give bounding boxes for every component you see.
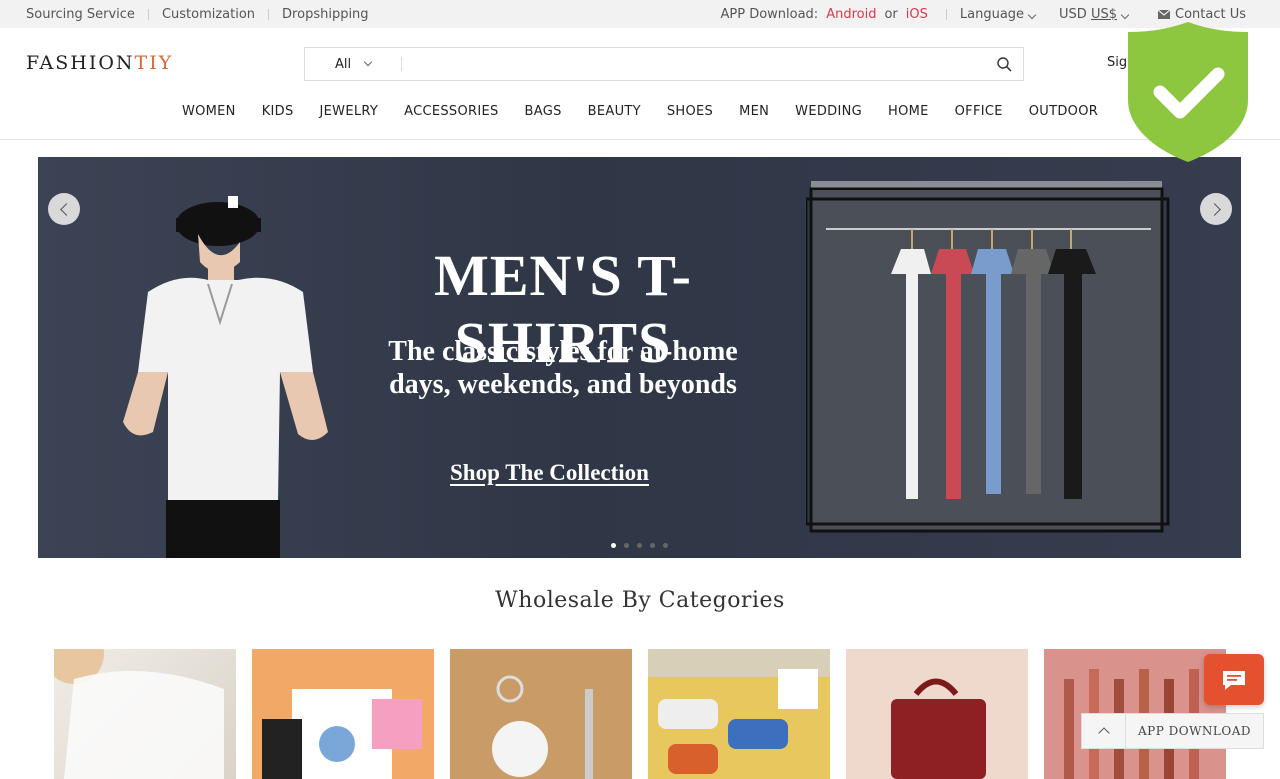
security-shield-icon <box>1128 22 1248 162</box>
chevron-down-icon <box>363 57 373 67</box>
handbag-photo <box>891 678 986 779</box>
chevron-down-icon <box>1027 10 1037 19</box>
nav-women[interactable]: WOMEN <box>182 104 236 119</box>
sign-in-link[interactable]: Sig <box>1107 55 1127 70</box>
chevron-down-icon <box>1120 10 1130 19</box>
search-input[interactable] <box>402 48 985 80</box>
category-tile-socks[interactable] <box>648 649 830 779</box>
hero-prev-button[interactable] <box>48 193 80 225</box>
header: FASHIONTIY All Sig WOMEN KIDS JEWELRY AC… <box>0 28 1280 140</box>
chevron-right-icon <box>1207 202 1221 216</box>
pagination-dot[interactable] <box>624 543 629 548</box>
lace-top-photo <box>54 649 224 779</box>
logo-accent-text: TIY <box>134 52 174 74</box>
ios-link[interactable]: iOS <box>906 7 928 22</box>
nav-office[interactable]: OFFICE <box>955 104 1003 119</box>
back-to-top-button[interactable] <box>1082 714 1126 748</box>
hero-subtitle: The classic styles for at-home days, wee… <box>348 335 778 401</box>
category-tile-kids[interactable] <box>252 649 434 779</box>
app-download-bar: APP DOWNLOAD <box>1081 713 1264 749</box>
nav-outdoor[interactable]: OUTDOOR <box>1029 104 1098 119</box>
hero-pagination <box>611 543 676 548</box>
currency-selector[interactable]: USD US$ <box>1059 6 1130 22</box>
shop-collection-link[interactable]: Shop The Collection <box>450 460 649 486</box>
mail-icon <box>1158 9 1170 19</box>
nav-kids[interactable]: KIDS <box>262 104 294 119</box>
live-chat-button[interactable] <box>1204 654 1264 705</box>
divider <box>945 8 947 20</box>
currency-value: US$ <box>1090 6 1117 22</box>
pagination-dot[interactable] <box>611 543 616 548</box>
nav-beauty[interactable]: BEAUTY <box>588 104 641 119</box>
currency-prefix: USD <box>1059 6 1087 22</box>
nav-wedding[interactable]: WEDDING <box>795 104 862 119</box>
top-bar-left: Sourcing Service Customization Dropshipp… <box>26 7 369 22</box>
customization-link[interactable]: Customization <box>162 7 255 22</box>
kids-shirt-photo <box>262 689 422 779</box>
hero-banner[interactable]: MEN'S T-SHIRTS The classic styles for at… <box>38 157 1241 558</box>
hero-subtitle-line-1: The classic styles for at-home <box>388 336 738 367</box>
category-tiles <box>54 649 1242 779</box>
categories-heading: Wholesale By Categories <box>495 588 785 613</box>
nav-men[interactable]: MEN <box>739 104 769 119</box>
model-photo <box>123 196 328 558</box>
or-text: or <box>884 6 898 22</box>
category-tile-women[interactable] <box>54 649 236 779</box>
logo[interactable]: FASHIONTIY <box>26 52 173 74</box>
app-download-button[interactable]: APP DOWNLOAD <box>1126 724 1263 738</box>
chevron-up-icon <box>1097 727 1110 739</box>
search-icon <box>996 56 1012 72</box>
nav-accessories[interactable]: ACCESSORIES <box>404 104 498 119</box>
pagination-dot[interactable] <box>650 543 655 548</box>
category-tile-jewelry[interactable] <box>450 649 632 779</box>
socks-photo <box>648 649 830 774</box>
search-scope-select[interactable]: All <box>305 56 402 72</box>
search-button[interactable] <box>985 48 1023 80</box>
chat-icon <box>1223 670 1245 690</box>
nav-bags[interactable]: BAGS <box>525 104 562 119</box>
divider <box>147 8 149 20</box>
search-scope-label: All <box>334 56 352 72</box>
language-selector[interactable]: Language <box>959 6 1037 22</box>
nav-jewelry[interactable]: JEWELRY <box>320 104 379 119</box>
search-bar: All <box>304 47 1024 81</box>
nav-home[interactable]: HOME <box>888 104 929 119</box>
nav-shoes[interactable]: SHOES <box>667 104 713 119</box>
dropshipping-link[interactable]: Dropshipping <box>282 7 369 22</box>
top-bar: Sourcing Service Customization Dropshipp… <box>0 0 1280 28</box>
pagination-dot[interactable] <box>637 543 642 548</box>
hero-subtitle-line-2: days, weekends, and beyonds <box>389 369 737 400</box>
chevron-left-icon <box>59 202 73 216</box>
language-label: Language <box>959 6 1025 22</box>
divider <box>268 8 270 20</box>
app-download-label: APP Download: <box>720 6 819 22</box>
main-nav: WOMEN KIDS JEWELRY ACCESSORIES BAGS BEAU… <box>0 104 1280 119</box>
hero-next-button[interactable] <box>1200 193 1232 225</box>
category-tile-bags[interactable] <box>846 649 1028 779</box>
logo-main-text: FASHION <box>26 52 135 74</box>
keychain-photo <box>492 675 593 779</box>
pagination-dot[interactable] <box>663 543 668 548</box>
tshirt-rack-photo <box>806 181 1170 533</box>
android-link[interactable]: Android <box>826 7 876 22</box>
sourcing-service-link[interactable]: Sourcing Service <box>26 7 135 22</box>
